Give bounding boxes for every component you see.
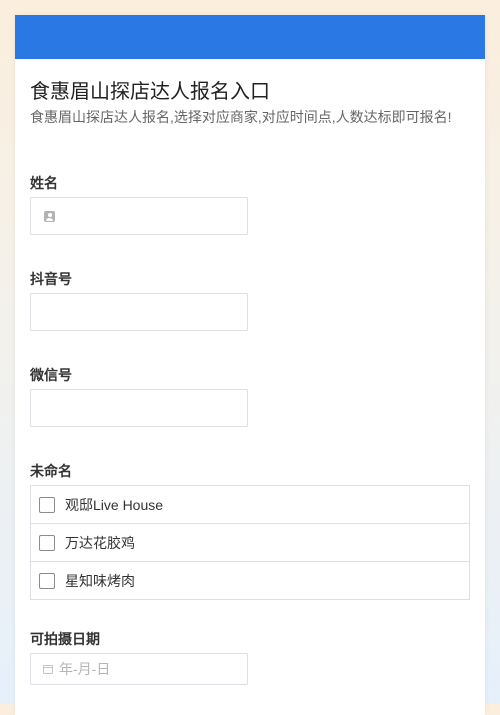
checkbox[interactable]: [39, 496, 55, 513]
option-row[interactable]: 观邸Live House: [31, 486, 469, 524]
wechat-field-label: 微信号: [30, 367, 72, 383]
option-row[interactable]: 万达花胶鸡: [31, 524, 469, 562]
shoot-date-input[interactable]: 年-月-日: [30, 653, 248, 685]
name-input[interactable]: [30, 197, 248, 235]
shoot-date-field-label: 可拍摄日期: [30, 631, 100, 647]
date-placeholder: 年-月-日: [59, 661, 111, 677]
form-description: 食惠眉山探店达人报名,选择对应商家,对应时间点,人数达标即可报名!: [30, 109, 452, 125]
form-header-bar: [15, 15, 485, 59]
option-label: 观邸Live House: [65, 496, 164, 513]
douyin-field-label: 抖音号: [30, 271, 72, 287]
option-label: 星知味烤肉: [65, 572, 135, 589]
douyin-input[interactable]: [30, 293, 248, 331]
unnamed-options-group: 观邸Live House 万达花胶鸡 星知味烤肉: [30, 485, 470, 600]
option-row[interactable]: 星知味烤肉: [31, 562, 469, 599]
wechat-input[interactable]: [30, 389, 248, 427]
form-card: 食惠眉山探店达人报名入口 食惠眉山探店达人报名,选择对应商家,对应时间点,人数达…: [15, 15, 485, 715]
form-title: 食惠眉山探店达人报名入口: [30, 81, 270, 103]
calendar-icon: [43, 664, 53, 674]
person-icon: [44, 211, 55, 222]
unnamed-field-label: 未命名: [30, 463, 72, 479]
checkbox[interactable]: [39, 534, 55, 551]
name-field-label: 姓名: [30, 175, 58, 191]
checkbox[interactable]: [39, 572, 55, 589]
option-label: 万达花胶鸡: [65, 534, 135, 551]
